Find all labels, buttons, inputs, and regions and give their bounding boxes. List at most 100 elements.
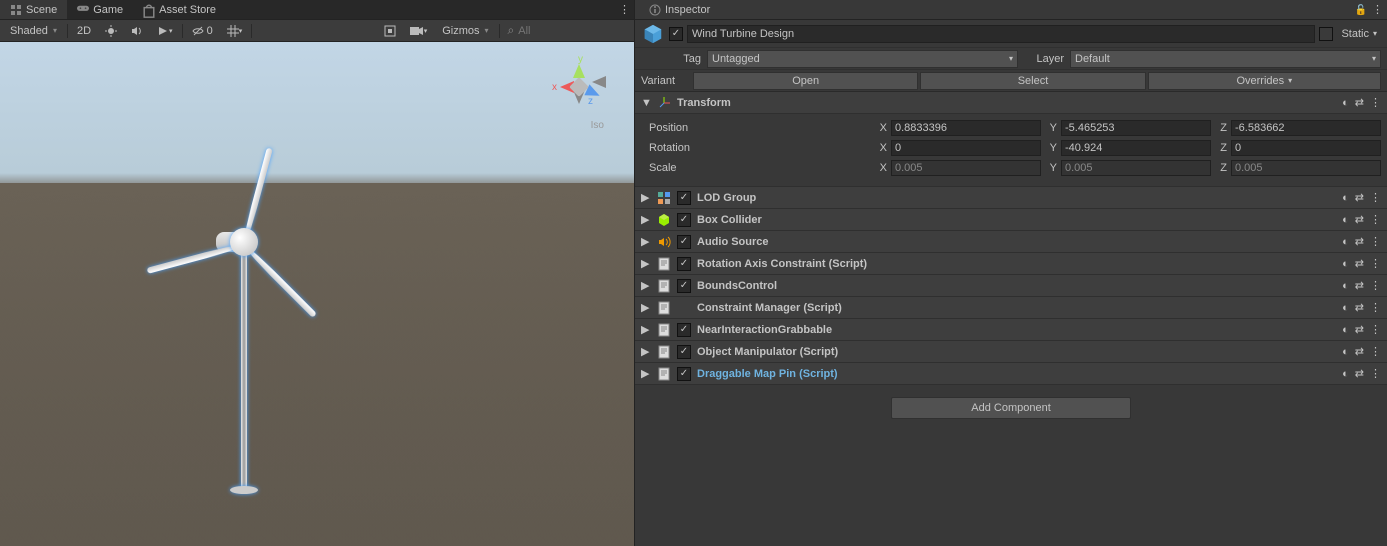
menu-icon[interactable]: ⋮ (1370, 323, 1381, 336)
menu-icon[interactable]: ⋮ (1370, 213, 1381, 226)
expand-icon[interactable]: ▶ (641, 323, 651, 336)
help-icon[interactable]: ◐ (1342, 192, 1349, 204)
scale-y-input[interactable] (1061, 160, 1211, 176)
rotation-z-input[interactable] (1231, 140, 1381, 156)
tool-handle-icon[interactable] (379, 22, 401, 40)
preset-icon[interactable]: ⇄ (1355, 257, 1364, 270)
grid-toggle-icon[interactable]: ▾ (222, 22, 248, 40)
projection-label[interactable]: Iso (591, 120, 604, 131)
lighting-toggle-icon[interactable] (100, 22, 122, 40)
expand-icon[interactable]: ▶ (641, 279, 651, 292)
tab-asset-store[interactable]: Asset Store (133, 0, 226, 19)
menu-icon[interactable]: ⋮ (1370, 96, 1381, 109)
component-header[interactable]: ▶✓Rotation Axis Constraint (Script)◐⇄⋮ (635, 253, 1387, 275)
preset-icon[interactable]: ⇄ (1355, 96, 1364, 109)
static-dropdown[interactable]: Static (1337, 28, 1381, 40)
hidden-count-icon[interactable]: 0 (187, 22, 218, 40)
scene-search[interactable] (504, 22, 630, 40)
expand-icon[interactable]: ▶ (641, 235, 651, 248)
expand-icon[interactable]: ▶ (641, 213, 651, 226)
component-checkbox[interactable]: ✓ (677, 213, 691, 227)
gizmos-dropdown[interactable]: Gizmos (436, 22, 494, 40)
fx-toggle-icon[interactable]: ▾ (152, 22, 178, 40)
position-y-input[interactable] (1061, 120, 1211, 136)
open-button[interactable]: Open (693, 72, 918, 90)
component-checkbox[interactable]: ✓ (677, 191, 691, 205)
layer-dropdown[interactable]: Default (1070, 50, 1381, 68)
expand-icon[interactable]: ▶ (641, 301, 651, 314)
component-header[interactable]: ▶✓Object Manipulator (Script)◐⇄⋮ (635, 341, 1387, 363)
preset-icon[interactable]: ⇄ (1355, 345, 1364, 358)
tag-dropdown[interactable]: Untagged (707, 50, 1018, 68)
component-header[interactable]: ▶✓BoundsControl◐⇄⋮ (635, 275, 1387, 297)
tab-game[interactable]: Game (67, 0, 133, 19)
component-header[interactable]: ▶Constraint Manager (Script)◐⇄⋮ (635, 297, 1387, 319)
menu-icon[interactable]: ⋮ (1370, 301, 1381, 314)
component-checkbox[interactable]: ✓ (677, 279, 691, 293)
menu-icon[interactable]: ⋮ (1370, 367, 1381, 380)
help-icon[interactable]: ◐ (1342, 214, 1349, 226)
expand-icon[interactable]: ▼ (641, 97, 651, 109)
preset-icon[interactable]: ⇄ (1355, 301, 1364, 314)
mode-2d-toggle[interactable]: 2D (72, 22, 96, 40)
preset-icon[interactable]: ⇄ (1355, 213, 1364, 226)
component-checkbox[interactable]: ✓ (677, 345, 691, 359)
lock-icon[interactable] (1355, 4, 1367, 16)
add-component-button[interactable]: Add Component (891, 397, 1131, 419)
help-icon[interactable]: ◐ (1342, 280, 1349, 292)
component-checkbox[interactable]: ✓ (677, 367, 691, 381)
menu-icon[interactable]: ⋮ (1370, 257, 1381, 270)
orientation-gizmo[interactable]: x y z (544, 52, 614, 122)
prefab-icon[interactable] (641, 22, 665, 46)
preset-icon[interactable]: ⇄ (1355, 367, 1364, 380)
expand-icon[interactable]: ▶ (641, 367, 651, 380)
search-input[interactable] (518, 25, 626, 37)
menu-icon[interactable]: ⋮ (1370, 345, 1381, 358)
preset-icon[interactable]: ⇄ (1355, 235, 1364, 248)
preset-icon[interactable]: ⇄ (1355, 323, 1364, 336)
camera-icon[interactable]: ▾ (405, 22, 433, 40)
component-header[interactable]: ▶✓Box Collider◐⇄⋮ (635, 209, 1387, 231)
help-icon[interactable]: ◐ (1342, 324, 1349, 336)
audio-toggle-icon[interactable] (126, 22, 148, 40)
select-button[interactable]: Select (920, 72, 1145, 90)
component-header[interactable]: ▶✓LOD Group◐⇄⋮ (635, 187, 1387, 209)
component-checkbox[interactable]: ✓ (677, 257, 691, 271)
component-checkbox[interactable]: ✓ (677, 235, 691, 249)
help-icon[interactable]: ◐ (1342, 97, 1349, 109)
panel-menu-icon[interactable] (1372, 3, 1383, 16)
static-checkbox[interactable]: ✓ (1319, 27, 1333, 41)
scale-x-input[interactable] (891, 160, 1041, 176)
transform-header[interactable]: ▼ Transform ◐ ⇄ ⋮ (635, 92, 1387, 114)
help-icon[interactable]: ◐ (1342, 302, 1349, 314)
object-name-input[interactable] (687, 25, 1315, 43)
scene-viewport[interactable]: x y z Iso (0, 42, 634, 546)
expand-icon[interactable]: ▶ (641, 257, 651, 270)
active-checkbox[interactable]: ✓ (669, 27, 683, 41)
tab-menu-icon[interactable] (619, 3, 630, 16)
menu-icon[interactable]: ⋮ (1370, 191, 1381, 204)
help-icon[interactable]: ◐ (1342, 368, 1349, 380)
rotation-y-input[interactable] (1061, 140, 1211, 156)
help-icon[interactable]: ◐ (1342, 236, 1349, 248)
component-header[interactable]: ▶✓NearInteractionGrabbable◐⇄⋮ (635, 319, 1387, 341)
position-z-input[interactable] (1231, 120, 1381, 136)
help-icon[interactable]: ◐ (1342, 258, 1349, 270)
menu-icon[interactable]: ⋮ (1370, 235, 1381, 248)
help-icon[interactable]: ◐ (1342, 346, 1349, 358)
expand-icon[interactable]: ▶ (641, 191, 651, 204)
tab-inspector[interactable]: Inspector (639, 0, 720, 19)
overrides-dropdown[interactable]: Overrides (1148, 72, 1381, 90)
rotation-x-input[interactable] (891, 140, 1041, 156)
expand-icon[interactable]: ▶ (641, 345, 651, 358)
menu-icon[interactable]: ⋮ (1370, 279, 1381, 292)
component-header[interactable]: ▶✓Draggable Map Pin (Script)◐⇄⋮ (635, 363, 1387, 385)
position-x-input[interactable] (891, 120, 1041, 136)
preset-icon[interactable]: ⇄ (1355, 191, 1364, 204)
component-header[interactable]: ▶✓Audio Source◐⇄⋮ (635, 231, 1387, 253)
scale-z-input[interactable] (1231, 160, 1381, 176)
component-checkbox[interactable]: ✓ (677, 323, 691, 337)
preset-icon[interactable]: ⇄ (1355, 279, 1364, 292)
tab-scene[interactable]: Scene (0, 0, 67, 19)
shading-dropdown[interactable]: Shaded (4, 22, 63, 40)
